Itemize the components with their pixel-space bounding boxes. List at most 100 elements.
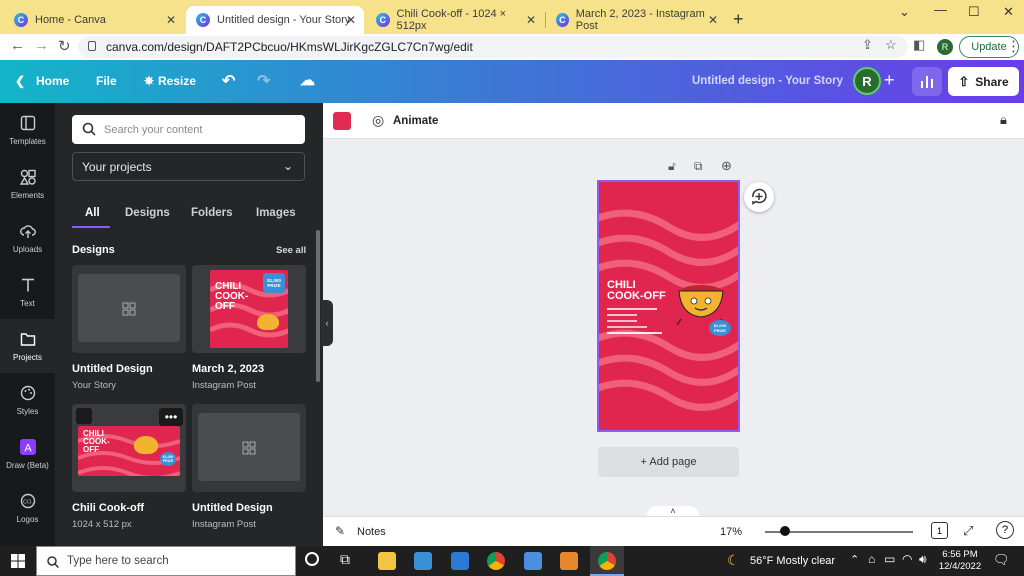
tab-designs[interactable]: Designs xyxy=(125,207,170,219)
sidepanel-icon[interactable]: ◧ xyxy=(913,37,925,53)
news-app-icon[interactable] xyxy=(414,552,432,570)
wifi-icon[interactable]: ◠ xyxy=(902,552,912,566)
chevron-down-icon[interactable]: ⌄ xyxy=(899,4,910,20)
tab-folders[interactable]: Folders xyxy=(191,207,233,219)
add-page-button[interactable]: + Add page xyxy=(598,447,739,477)
back-arrow-icon[interactable]: ← xyxy=(10,37,25,54)
forward-arrow-icon[interactable]: → xyxy=(34,37,49,54)
chrome-icon xyxy=(598,552,616,570)
add-comment-button[interactable] xyxy=(744,182,774,212)
design-title[interactable]: Untitled Design xyxy=(72,363,153,375)
panel-scrollbar[interactable] xyxy=(316,230,320,382)
help-icon[interactable]: ? xyxy=(996,521,1014,539)
browser-tab-chili-cookoff[interactable]: C Chili Cook-off - 1024 × 512px ✕ xyxy=(366,6,544,34)
more-options-icon[interactable]: ••• xyxy=(159,408,183,426)
cloud-saved-icon[interactable]: ☁ xyxy=(300,71,315,89)
lock-icon[interactable] xyxy=(88,41,96,51)
prize-badge: $1,000 PRIZE xyxy=(160,452,176,466)
collapse-panel-handle[interactable]: ‹ xyxy=(321,300,333,346)
add-collaborator-icon[interactable]: + xyxy=(884,70,895,91)
task-view-icon[interactable]: ⧉ xyxy=(340,551,350,568)
share-button[interactable]: ⇧ Share xyxy=(948,67,1019,96)
rail-item-draw[interactable]: A Draw (Beta) xyxy=(0,427,55,481)
select-checkbox[interactable] xyxy=(76,408,92,424)
chrome-icon[interactable] xyxy=(487,552,505,570)
battery-icon[interactable]: ▭ xyxy=(884,552,895,566)
volume-icon[interactable]: 🔊︎ xyxy=(919,552,927,567)
address-bar[interactable]: canva.com/design/DAFT2PCbcuo/HKmsWLJirKg… xyxy=(78,36,908,58)
design-thumbnail-untitled-post[interactable] xyxy=(192,404,306,492)
maximize-icon[interactable]: ☐ xyxy=(968,4,980,20)
redo-icon[interactable]: ↷ xyxy=(257,71,270,91)
file-menu-button[interactable]: File xyxy=(96,74,117,88)
chevron-up-icon[interactable]: ⌃ xyxy=(850,553,859,566)
active-chrome-taskbar-item[interactable] xyxy=(590,546,624,576)
store-icon[interactable] xyxy=(524,552,542,570)
page-count-icon[interactable]: 1 xyxy=(931,522,948,539)
mail-icon[interactable] xyxy=(451,552,469,570)
design-title[interactable]: Untitled Design xyxy=(192,502,273,514)
browser-tab-march-post[interactable]: C March 2, 2023 - Instagram Post ✕ xyxy=(546,6,726,34)
share-page-icon[interactable]: ⇪ xyxy=(862,37,873,53)
rail-item-text[interactable]: Text xyxy=(0,265,55,319)
chevron-left-icon[interactable]: ❮ xyxy=(15,74,25,88)
design-thumbnail-march-post[interactable]: CHILI COOK-OFF $1,000 PRIZE xyxy=(192,265,306,353)
zoom-level[interactable]: 17% xyxy=(720,526,742,538)
document-title[interactable]: Untitled design - Your Story xyxy=(692,75,843,87)
reload-icon[interactable]: ↻ xyxy=(58,37,71,55)
profile-avatar[interactable]: R xyxy=(937,39,953,55)
tab-close-icon[interactable]: ✕ xyxy=(166,13,176,27)
bookmark-star-icon[interactable]: ☆ xyxy=(885,37,897,53)
design-thumbnail-untitled-story[interactable] xyxy=(72,265,186,353)
insights-button[interactable] xyxy=(912,67,942,96)
taskbar-search-input[interactable]: Type here to search xyxy=(36,546,296,576)
rail-item-projects[interactable]: Projects xyxy=(0,319,55,373)
weather-status[interactable]: 56°F Mostly clear xyxy=(750,555,835,567)
network-icon[interactable]: ⌂ xyxy=(868,552,875,566)
design-title[interactable]: March 2, 2023 xyxy=(192,363,264,375)
add-page-icon[interactable]: ⊕ xyxy=(721,158,732,174)
tab-label: Chili Cook-off - 1024 × 512px xyxy=(396,8,507,32)
rail-item-logos[interactable]: CO. Logos xyxy=(0,481,55,535)
browser-tab-home[interactable]: C Home - Canva ✕ xyxy=(4,6,184,34)
windows-start-icon[interactable] xyxy=(11,554,25,568)
rail-item-uploads[interactable]: Uploads xyxy=(0,211,55,265)
zoom-slider-handle[interactable] xyxy=(780,526,790,536)
tab-close-icon[interactable]: ✕ xyxy=(708,13,718,27)
tab-close-icon[interactable]: ✕ xyxy=(346,13,356,27)
outlook-icon[interactable] xyxy=(560,552,578,570)
tab-all[interactable]: All xyxy=(85,207,100,219)
tab-close-icon[interactable]: ✕ xyxy=(526,13,536,27)
design-subtitle: Instagram Post xyxy=(192,380,256,391)
system-clock[interactable]: 6:56 PM 12/4/2022 xyxy=(938,549,982,573)
design-thumbnail-chili-cookoff[interactable]: CHILI COOK-OFF $1,000 PRIZE ••• xyxy=(72,404,186,492)
rail-item-styles[interactable]: Styles xyxy=(0,373,55,427)
new-tab-icon[interactable]: + xyxy=(733,9,744,30)
browser-tab-untitled-design[interactable]: C Untitled design - Your Story ✕ xyxy=(186,6,364,34)
resize-button[interactable]: Resize xyxy=(158,74,196,88)
cortana-icon[interactable] xyxy=(305,552,319,566)
user-avatar[interactable]: R xyxy=(853,67,881,95)
file-explorer-icon[interactable] xyxy=(378,552,396,570)
minimize-icon[interactable]: — xyxy=(934,2,947,17)
window-close-icon[interactable]: ✕ xyxy=(1003,4,1014,20)
rail-item-templates[interactable]: Templates xyxy=(0,103,55,157)
design-page[interactable]: CHILI COOK-OFF $1,000 PRIZE xyxy=(597,180,740,432)
rail-item-elements[interactable]: Elements xyxy=(0,157,55,211)
tab-images[interactable]: Images xyxy=(256,207,296,219)
project-filter-select[interactable]: Your projects ⌄ xyxy=(72,152,305,181)
lock-icon[interactable]: 🔒︎ xyxy=(1000,112,1007,128)
notes-button[interactable]: Notes xyxy=(357,526,386,538)
notifications-icon[interactable]: 🗨︎ xyxy=(993,552,1010,568)
duplicate-page-icon[interactable]: ⧉ xyxy=(694,159,703,174)
lock-page-icon[interactable]: 🔓︎ xyxy=(668,159,676,174)
animate-button[interactable]: Animate xyxy=(393,115,438,127)
undo-icon[interactable]: ↶ xyxy=(222,71,235,91)
fullscreen-icon[interactable]: ⤢ xyxy=(963,523,973,539)
browser-menu-icon[interactable]: ⋮ xyxy=(1006,37,1021,55)
background-color-swatch[interactable] xyxy=(333,112,351,130)
search-input[interactable]: Search your content xyxy=(72,115,305,144)
home-button[interactable]: Home xyxy=(36,74,69,88)
see-all-link[interactable]: See all xyxy=(276,245,306,256)
design-title[interactable]: Chili Cook-off xyxy=(72,502,144,514)
